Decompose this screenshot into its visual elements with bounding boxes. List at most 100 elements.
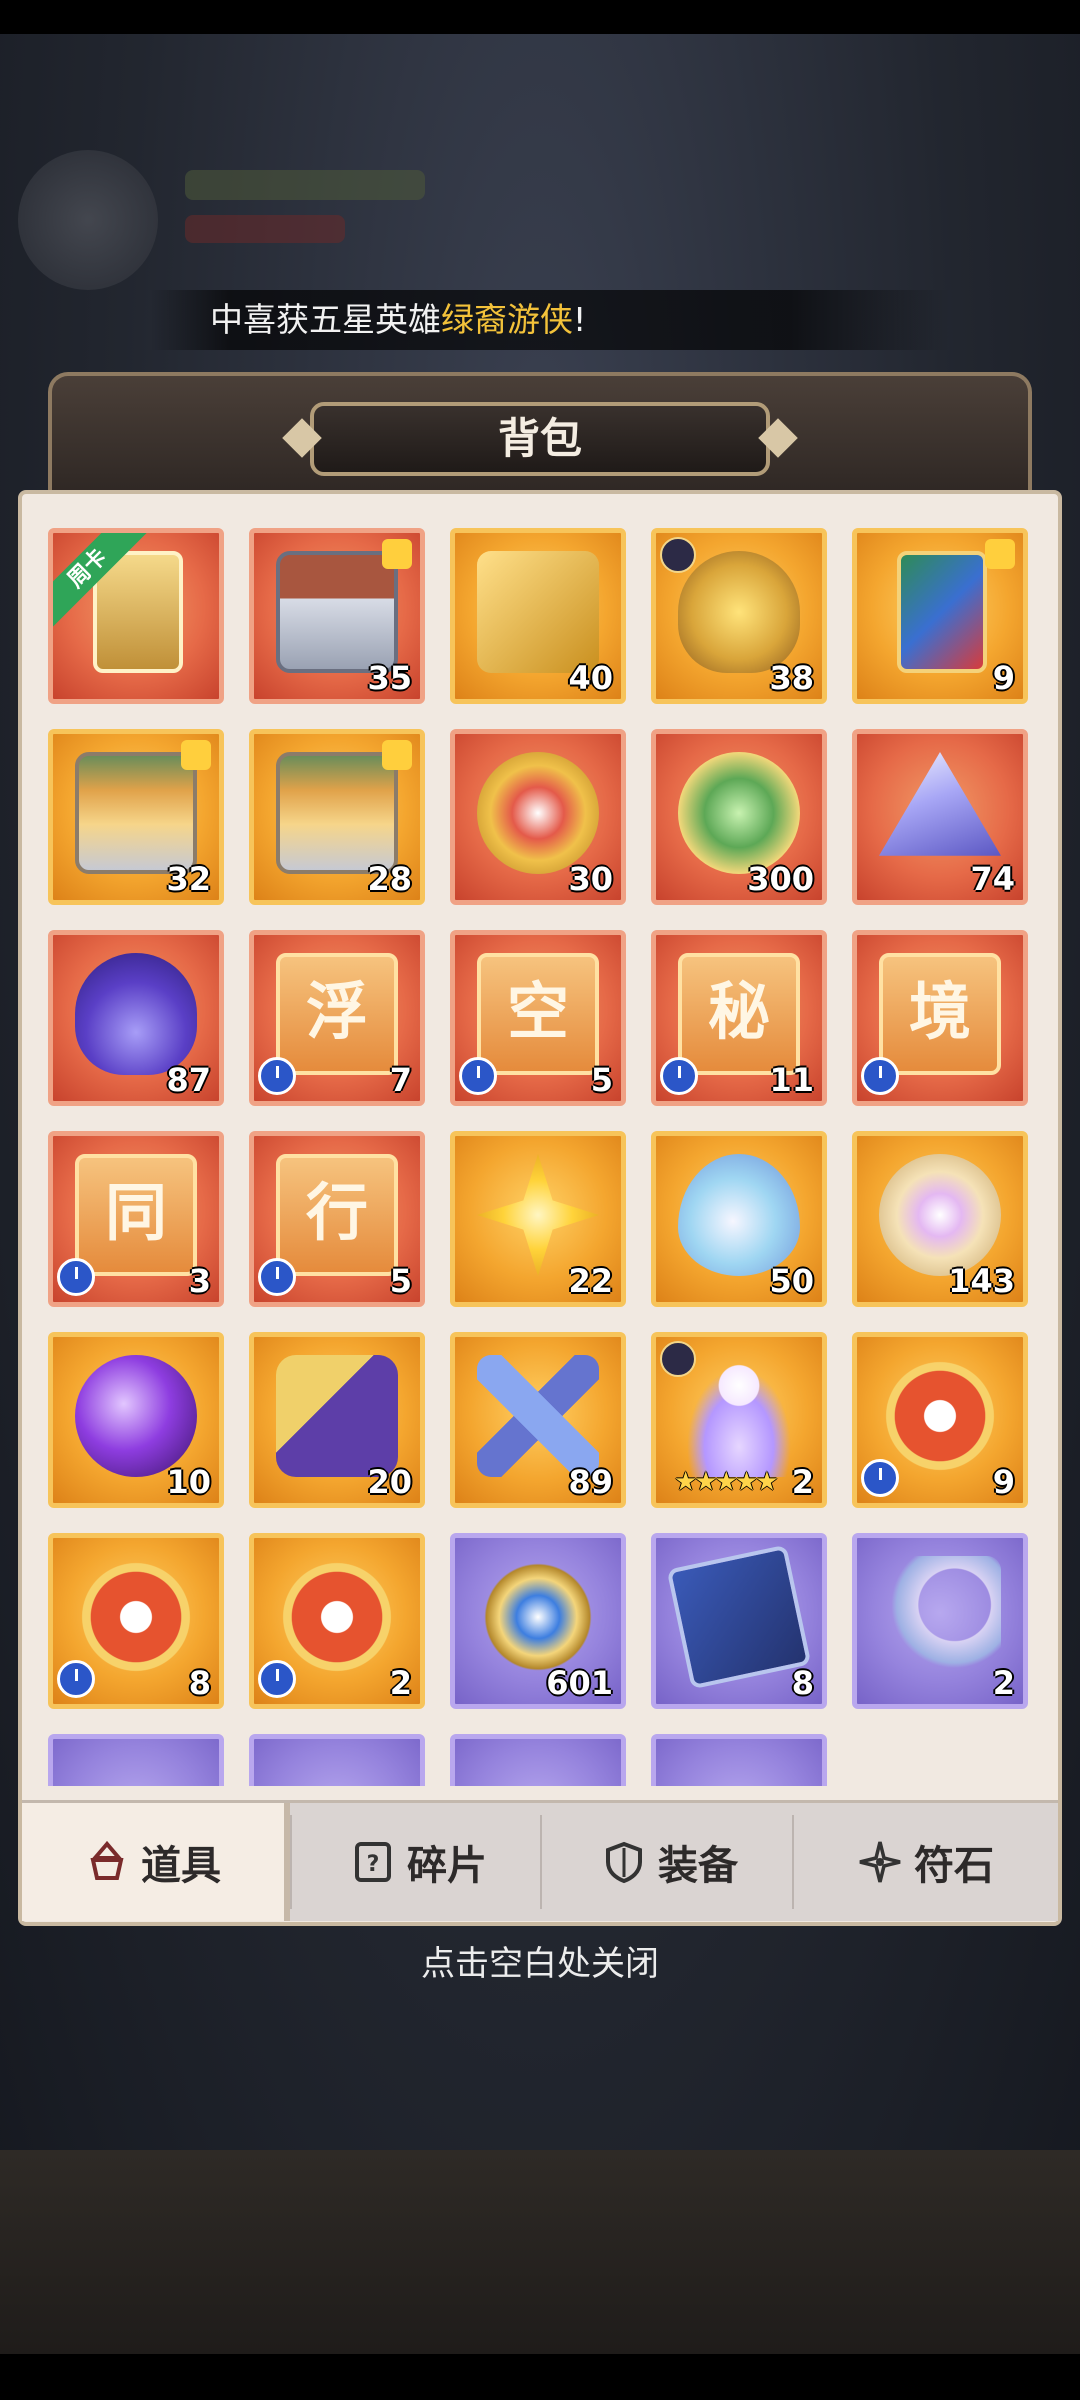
potion-icon [75, 953, 197, 1075]
svg-text:?: ? [367, 1852, 380, 1877]
item-count: 35 [367, 659, 412, 697]
navigation-bar [0, 2354, 1080, 2400]
select-chest-icon [276, 752, 398, 874]
item-token-xing[interactable]: 行 5 [249, 1131, 425, 1307]
item-crossed-crystals[interactable]: 89 [450, 1332, 626, 1508]
item-hero-figure[interactable]: ★★★★★ 2 [651, 1332, 827, 1508]
winged-chest-icon [678, 551, 800, 673]
item-winged-chest[interactable]: 38 [651, 528, 827, 704]
armor-medal-icon [75, 1556, 197, 1678]
crystal-drop-icon [678, 1154, 800, 1276]
item-select-chest[interactable]: 28 [249, 729, 425, 905]
item-weapon-medal[interactable]: 9 [852, 1332, 1028, 1508]
background-avatar [18, 150, 158, 290]
hero-badge-icon [660, 1341, 696, 1377]
item-gem-flower[interactable]: 143 [852, 1131, 1028, 1307]
token-tile: 秘 [678, 953, 800, 1075]
item-count: 143 [948, 1262, 1015, 1300]
item-green-emblem[interactable]: 300 [651, 729, 827, 905]
star-rating: ★★★★★ [674, 1467, 779, 1497]
announcement-banner: 中喜获五星英雄绿裔游侠! [150, 290, 950, 350]
item-count: 10 [166, 1463, 211, 1501]
timer-icon [258, 1258, 296, 1296]
tab-runes[interactable]: 符石 [794, 1803, 1058, 1921]
item-count: 87 [166, 1061, 211, 1099]
tab-label: 道具 [141, 1843, 221, 1889]
item-count: 28 [367, 860, 412, 898]
item-count: 22 [568, 1262, 613, 1300]
item-count: 11 [769, 1061, 814, 1099]
item-hero-card[interactable]: 9 [852, 528, 1028, 704]
background-player-name [185, 170, 425, 200]
item-weekly-card[interactable]: 周卡 [48, 528, 224, 704]
puzzle-tag-icon [382, 740, 412, 770]
timer-icon [57, 1258, 95, 1296]
item-token-fu[interactable]: 浮 7 [249, 930, 425, 1106]
tab-fragments[interactable]: ? 碎片 [292, 1803, 546, 1921]
tab-items[interactable]: 道具 [22, 1803, 290, 1921]
crossed-crystals-icon [477, 1355, 599, 1477]
ring-medal-icon [276, 1556, 398, 1678]
item-count: 8 [188, 1664, 211, 1702]
item-gold-chest[interactable]: 40 [450, 528, 626, 704]
announcement-suffix: ! [573, 300, 587, 339]
close-hint[interactable]: 点击空白处关闭 [0, 1936, 1080, 1985]
chest-icon [276, 551, 398, 673]
item-crystal-drop[interactable]: 50 [651, 1131, 827, 1307]
item-token-jing[interactable]: 境 [852, 930, 1028, 1106]
item-count: 74 [970, 860, 1015, 898]
item-count: 9 [992, 1463, 1015, 1501]
item-count: 89 [568, 1463, 613, 1501]
item-spell-book[interactable]: 8 [651, 1533, 827, 1709]
item-token-mi[interactable]: 秘 11 [651, 930, 827, 1106]
moon-icon [879, 1556, 1001, 1678]
star-medal-icon [477, 1556, 599, 1678]
item-crystal-pile[interactable]: 74 [852, 729, 1028, 905]
item-golden-star[interactable]: 22 [450, 1131, 626, 1307]
item-token-kong[interactable]: 空 5 [450, 930, 626, 1106]
token-tile: 行 [276, 1154, 398, 1276]
item-token-tong[interactable]: 同 3 [48, 1131, 224, 1307]
item-partial[interactable] [450, 1734, 626, 1786]
item-star-medal[interactable]: 601 [450, 1533, 626, 1709]
item-count: 2 [992, 1664, 1015, 1702]
item-count: 5 [389, 1262, 412, 1300]
item-grid[interactable]: 周卡 35 40 38 9 32 28 30 300 74 87 浮 7 空 5… [18, 494, 1062, 1786]
timer-icon [57, 1660, 95, 1698]
item-red-chest[interactable]: 35 [249, 528, 425, 704]
weapon-medal-icon [879, 1355, 1001, 1477]
item-green-chest[interactable]: 32 [48, 729, 224, 905]
announcement-prefix: 中喜获五星英雄 [210, 300, 441, 339]
item-potion[interactable]: 87 [48, 930, 224, 1106]
item-count: 601 [546, 1664, 613, 1702]
emblem-icon [678, 752, 800, 874]
item-purple-orb[interactable]: 10 [48, 1332, 224, 1508]
item-red-emblem[interactable]: 30 [450, 729, 626, 905]
timer-icon [459, 1057, 497, 1095]
item-count: 8 [791, 1664, 814, 1702]
chest-icon [477, 551, 599, 673]
puzzle-tag-icon [985, 539, 1015, 569]
item-count: 300 [747, 860, 814, 898]
item-count: 30 [568, 860, 613, 898]
item-ring-medal[interactable]: 2 [249, 1533, 425, 1709]
rune-icon [859, 1841, 901, 1883]
orb-icon [75, 1355, 197, 1477]
item-partial[interactable] [249, 1734, 425, 1786]
crystal-icon [879, 752, 1001, 856]
tab-equipment[interactable]: 装备 [542, 1803, 798, 1921]
puzzle-tag-icon [181, 740, 211, 770]
puzzle-tag-icon [382, 539, 412, 569]
tab-label: 符石 [914, 1843, 994, 1889]
item-partial[interactable] [48, 1734, 224, 1786]
timer-icon [861, 1057, 899, 1095]
item-partial[interactable] [651, 1734, 827, 1786]
token-tile: 空 [477, 953, 599, 1075]
background-badge [185, 215, 345, 243]
item-puzzle[interactable]: 20 [249, 1332, 425, 1508]
item-count: 50 [769, 1262, 814, 1300]
item-count: 7 [389, 1061, 412, 1099]
tab-label: 装备 [658, 1843, 738, 1889]
item-armor-medal[interactable]: 8 [48, 1533, 224, 1709]
item-moon-charm[interactable]: 2 [852, 1533, 1028, 1709]
